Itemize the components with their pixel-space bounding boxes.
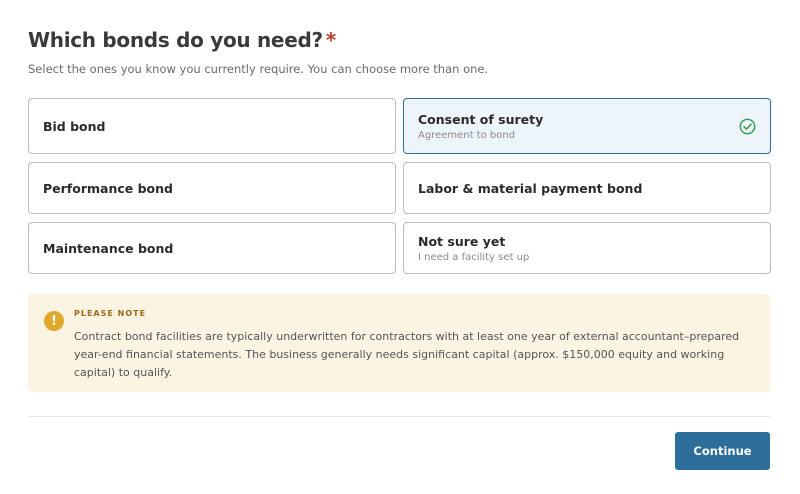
option-label: Consent of surety	[418, 111, 544, 127]
option-labor-material-payment-bond[interactable]: Labor & material payment bond	[403, 162, 771, 214]
page-title: Which bonds do you need? *	[28, 28, 336, 52]
page-title-text: Which bonds do you need?	[28, 28, 323, 52]
divider	[28, 416, 770, 417]
note-body: Contract bond facilities are typically u…	[74, 330, 740, 379]
option-label: Labor & material payment bond	[418, 180, 643, 196]
option-label: Performance bond	[43, 180, 173, 196]
option-not-sure-yet[interactable]: Not sure yet I need a facility set up	[403, 222, 771, 274]
check-circle-icon	[739, 118, 756, 134]
option-sublabel: I need a facility set up	[418, 251, 530, 263]
continue-button[interactable]: Continue	[675, 432, 770, 470]
option-label: Bid bond	[43, 118, 106, 134]
option-bid-bond[interactable]: Bid bond	[28, 98, 396, 154]
option-performance-bond[interactable]: Performance bond	[28, 162, 396, 214]
note-heading: PLEASE NOTE	[74, 309, 147, 318]
option-sublabel: Agreement to bond	[418, 129, 516, 141]
option-maintenance-bond[interactable]: Maintenance bond	[28, 222, 396, 274]
bond-options-grid: Bid bond Consent of surety Agreement to …	[28, 98, 771, 274]
page-subtitle: Select the ones you know you currently r…	[28, 62, 489, 76]
note-callout: ! PLEASE NOTE Contract bond facilities a…	[28, 294, 770, 392]
option-label: Maintenance bond	[43, 240, 174, 256]
exclamation-icon: !	[44, 311, 64, 331]
option-consent-of-surety[interactable]: Consent of surety Agreement to bond	[403, 98, 771, 154]
option-label: Not sure yet	[418, 233, 506, 249]
required-marker: *	[325, 28, 336, 52]
